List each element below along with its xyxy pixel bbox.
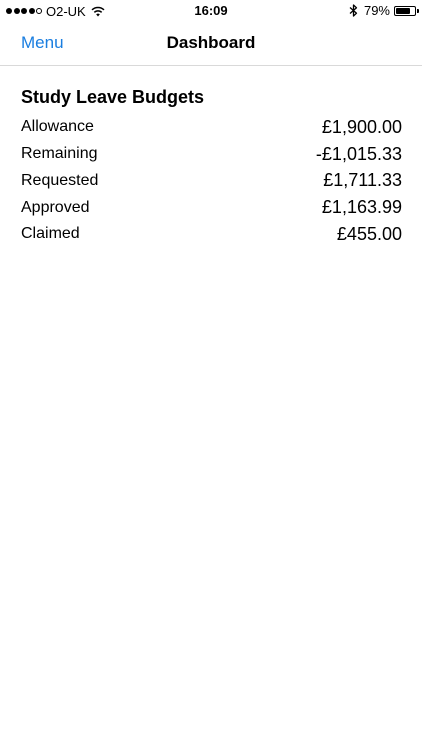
budget-value: £1,163.99: [321, 197, 402, 218]
dashboard-content: Study Leave Budgets Allowance £1,900.00 …: [21, 84, 402, 248]
budget-label: Approved: [21, 198, 90, 216]
status-bar: O2-UK 16:09 79%: [0, 0, 422, 22]
budget-value: -£1,015.33: [315, 143, 402, 164]
budget-row-remaining: Remaining -£1,015.33: [21, 141, 402, 168]
status-right: 79%: [349, 3, 419, 18]
page-title: Dashboard: [166, 33, 256, 52]
budget-value: £1,900.00: [321, 116, 402, 137]
battery-icon: [394, 5, 419, 16]
budget-row-claimed: Claimed £455.00: [21, 221, 402, 248]
budget-row-requested: Requested £1,711.33: [21, 168, 402, 195]
budgets-section-title: Study Leave Budgets: [21, 87, 205, 107]
budget-value: £1,711.33: [323, 170, 402, 191]
battery-cap: [417, 8, 419, 13]
bluetooth-icon: [349, 4, 358, 17]
budget-label: Requested: [21, 171, 99, 189]
budget-row-approved: Approved £1,163.99: [21, 194, 402, 221]
budget-label: Allowance: [21, 118, 94, 136]
budget-label: Remaining: [21, 145, 98, 163]
budget-label: Claimed: [21, 225, 80, 243]
navigation-bar: Menu Dashboard: [0, 22, 422, 66]
budget-row-allowance: Allowance £1,900.00: [21, 114, 402, 141]
battery-fill: [396, 7, 411, 14]
battery-percentage: 79%: [363, 3, 390, 18]
budget-value: £455.00: [336, 223, 402, 244]
